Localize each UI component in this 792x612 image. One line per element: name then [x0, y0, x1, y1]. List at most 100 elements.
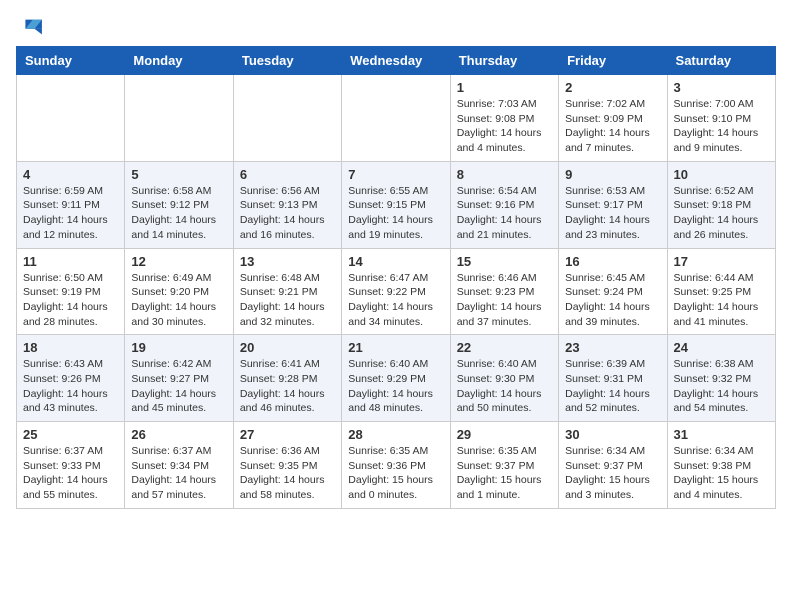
- day-cell: 2 Sunrise: 7:02 AM Sunset: 9:09 PM Daylig…: [559, 75, 667, 162]
- day-cell: 11 Sunrise: 6:50 AM Sunset: 9:19 PM Dayli…: [17, 248, 125, 335]
- day-cell: 19 Sunrise: 6:42 AM Sunset: 9:27 PM Dayli…: [125, 335, 233, 422]
- day-info: Sunrise: 6:34 AM Sunset: 9:37 PM Dayligh…: [565, 444, 660, 503]
- day-cell: 22 Sunrise: 6:40 AM Sunset: 9:30 PM Dayli…: [450, 335, 558, 422]
- day-number: 10: [674, 167, 769, 182]
- day-number: 9: [565, 167, 660, 182]
- day-cell: 25 Sunrise: 6:37 AM Sunset: 9:33 PM Dayli…: [17, 422, 125, 509]
- day-cell: 29 Sunrise: 6:35 AM Sunset: 9:37 PM Dayli…: [450, 422, 558, 509]
- day-info: Sunrise: 6:37 AM Sunset: 9:33 PM Dayligh…: [23, 444, 118, 503]
- day-cell: 21Sunrise: 6:40 AM Sunset: 9:29 PM Dayli…: [342, 335, 450, 422]
- header-row: SundayMondayTuesdayWednesdayThursdayFrid…: [17, 47, 776, 75]
- day-info: Sunrise: 6:59 AM Sunset: 9:11 PM Dayligh…: [23, 184, 118, 243]
- day-number: 15: [457, 254, 552, 269]
- day-number: 27: [240, 427, 335, 442]
- calendar-table: SundayMondayTuesdayWednesdayThursdayFrid…: [16, 46, 776, 509]
- day-info: Sunrise: 6:53 AM Sunset: 9:17 PM Dayligh…: [565, 184, 660, 243]
- day-info: Sunrise: 6:41 AM Sunset: 9:28 PM Dayligh…: [240, 357, 335, 416]
- col-header-thursday: Thursday: [450, 47, 558, 75]
- week-row-3: 11 Sunrise: 6:50 AM Sunset: 9:19 PM Dayli…: [17, 248, 776, 335]
- day-info: Sunrise: 6:42 AM Sunset: 9:27 PM Dayligh…: [131, 357, 226, 416]
- col-header-friday: Friday: [559, 47, 667, 75]
- day-number: 31: [674, 427, 769, 442]
- logo: [16, 16, 48, 38]
- day-number: 8: [457, 167, 552, 182]
- day-info: Sunrise: 7:00 AM Sunset: 9:10 PM Dayligh…: [674, 97, 769, 156]
- day-cell: 3 Sunrise: 7:00 AM Sunset: 9:10 PM Daylig…: [667, 75, 775, 162]
- day-info: Sunrise: 6:52 AM Sunset: 9:18 PM Dayligh…: [674, 184, 769, 243]
- day-number: 1: [457, 80, 552, 95]
- day-info: Sunrise: 6:46 AM Sunset: 9:23 PM Dayligh…: [457, 271, 552, 330]
- day-info: Sunrise: 7:02 AM Sunset: 9:09 PM Dayligh…: [565, 97, 660, 156]
- day-cell: 26 Sunrise: 6:37 AM Sunset: 9:34 PM Dayli…: [125, 422, 233, 509]
- week-row-1: 1 Sunrise: 7:03 AM Sunset: 9:08 PM Daylig…: [17, 75, 776, 162]
- day-number: 16: [565, 254, 660, 269]
- day-number: 14: [348, 254, 443, 269]
- day-number: 25: [23, 427, 118, 442]
- day-cell: [233, 75, 341, 162]
- day-number: 26: [131, 427, 226, 442]
- day-number: 22: [457, 340, 552, 355]
- col-header-wednesday: Wednesday: [342, 47, 450, 75]
- day-number: 13: [240, 254, 335, 269]
- day-number: 7: [348, 167, 443, 182]
- day-cell: 10 Sunrise: 6:52 AM Sunset: 9:18 PM Dayli…: [667, 161, 775, 248]
- col-header-monday: Monday: [125, 47, 233, 75]
- day-number: 24: [674, 340, 769, 355]
- week-row-2: 4 Sunrise: 6:59 AM Sunset: 9:11 PM Daylig…: [17, 161, 776, 248]
- day-cell: 6Sunrise: 6:56 AM Sunset: 9:13 PM Daylig…: [233, 161, 341, 248]
- day-cell: 4 Sunrise: 6:59 AM Sunset: 9:11 PM Daylig…: [17, 161, 125, 248]
- day-number: 28: [348, 427, 443, 442]
- day-number: 2: [565, 80, 660, 95]
- day-cell: 16 Sunrise: 6:45 AM Sunset: 9:24 PM Dayli…: [559, 248, 667, 335]
- day-info: Sunrise: 6:48 AM Sunset: 9:21 PM Dayligh…: [240, 271, 335, 330]
- day-info: Sunrise: 6:40 AM Sunset: 9:30 PM Dayligh…: [457, 357, 552, 416]
- col-header-tuesday: Tuesday: [233, 47, 341, 75]
- day-cell: 27 Sunrise: 6:36 AM Sunset: 9:35 PM Dayli…: [233, 422, 341, 509]
- day-info: Sunrise: 6:38 AM Sunset: 9:32 PM Dayligh…: [674, 357, 769, 416]
- day-number: 20: [240, 340, 335, 355]
- day-cell: 1 Sunrise: 7:03 AM Sunset: 9:08 PM Daylig…: [450, 75, 558, 162]
- day-info: Sunrise: 6:35 AM Sunset: 9:36 PM Dayligh…: [348, 444, 443, 503]
- day-info: Sunrise: 6:50 AM Sunset: 9:19 PM Dayligh…: [23, 271, 118, 330]
- day-number: 11: [23, 254, 118, 269]
- day-cell: 18 Sunrise: 6:43 AM Sunset: 9:26 PM Dayli…: [17, 335, 125, 422]
- day-info: Sunrise: 6:43 AM Sunset: 9:26 PM Dayligh…: [23, 357, 118, 416]
- day-cell: 9 Sunrise: 6:53 AM Sunset: 9:17 PM Daylig…: [559, 161, 667, 248]
- day-cell: [125, 75, 233, 162]
- col-header-sunday: Sunday: [17, 47, 125, 75]
- day-cell: 20 Sunrise: 6:41 AM Sunset: 9:28 PM Dayli…: [233, 335, 341, 422]
- day-number: 4: [23, 167, 118, 182]
- day-cell: 7Sunrise: 6:55 AM Sunset: 9:15 PM Daylig…: [342, 161, 450, 248]
- day-cell: 30 Sunrise: 6:34 AM Sunset: 9:37 PM Dayli…: [559, 422, 667, 509]
- day-info: Sunrise: 7:03 AM Sunset: 9:08 PM Dayligh…: [457, 97, 552, 156]
- day-info: Sunrise: 6:40 AM Sunset: 9:29 PM Dayligh…: [348, 357, 443, 416]
- day-number: 17: [674, 254, 769, 269]
- day-number: 18: [23, 340, 118, 355]
- day-cell: [342, 75, 450, 162]
- day-cell: 13 Sunrise: 6:48 AM Sunset: 9:21 PM Dayli…: [233, 248, 341, 335]
- day-cell: 5Sunrise: 6:58 AM Sunset: 9:12 PM Daylig…: [125, 161, 233, 248]
- col-header-saturday: Saturday: [667, 47, 775, 75]
- day-info: Sunrise: 6:35 AM Sunset: 9:37 PM Dayligh…: [457, 444, 552, 503]
- day-number: 5: [131, 167, 226, 182]
- day-cell: 12Sunrise: 6:49 AM Sunset: 9:20 PM Dayli…: [125, 248, 233, 335]
- day-number: 19: [131, 340, 226, 355]
- day-info: Sunrise: 6:36 AM Sunset: 9:35 PM Dayligh…: [240, 444, 335, 503]
- day-cell: 8Sunrise: 6:54 AM Sunset: 9:16 PM Daylig…: [450, 161, 558, 248]
- day-cell: 15 Sunrise: 6:46 AM Sunset: 9:23 PM Dayli…: [450, 248, 558, 335]
- day-info: Sunrise: 6:45 AM Sunset: 9:24 PM Dayligh…: [565, 271, 660, 330]
- logo-icon: [16, 16, 44, 38]
- day-cell: 14Sunrise: 6:47 AM Sunset: 9:22 PM Dayli…: [342, 248, 450, 335]
- day-cell: 28 Sunrise: 6:35 AM Sunset: 9:36 PM Dayli…: [342, 422, 450, 509]
- day-number: 3: [674, 80, 769, 95]
- day-cell: 17 Sunrise: 6:44 AM Sunset: 9:25 PM Dayli…: [667, 248, 775, 335]
- page-header: [16, 16, 776, 38]
- day-cell: 23Sunrise: 6:39 AM Sunset: 9:31 PM Dayli…: [559, 335, 667, 422]
- day-number: 29: [457, 427, 552, 442]
- day-cell: 31Sunrise: 6:34 AM Sunset: 9:38 PM Dayli…: [667, 422, 775, 509]
- day-number: 30: [565, 427, 660, 442]
- day-cell: 24 Sunrise: 6:38 AM Sunset: 9:32 PM Dayli…: [667, 335, 775, 422]
- day-info: Sunrise: 6:44 AM Sunset: 9:25 PM Dayligh…: [674, 271, 769, 330]
- day-info: Sunrise: 6:37 AM Sunset: 9:34 PM Dayligh…: [131, 444, 226, 503]
- week-row-5: 25 Sunrise: 6:37 AM Sunset: 9:33 PM Dayli…: [17, 422, 776, 509]
